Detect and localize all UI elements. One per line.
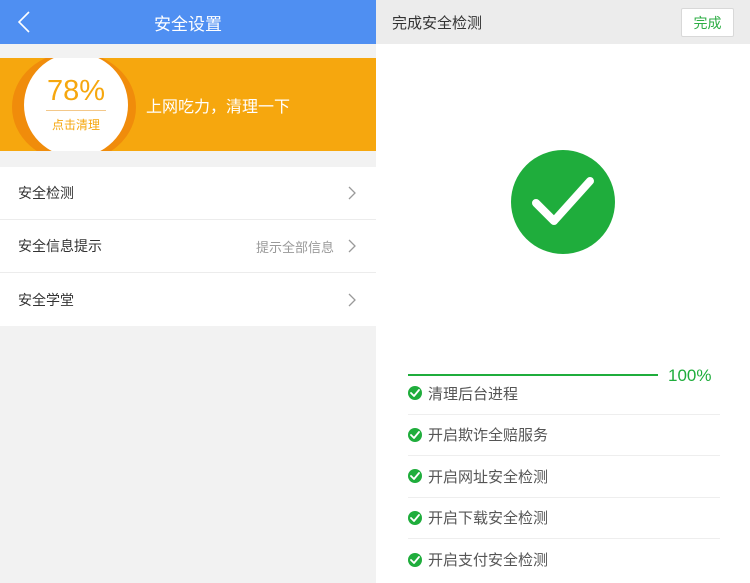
menu-item-hint: 提示全部信息 bbox=[255, 240, 334, 256]
complete-header: 完成安全检测 完成 bbox=[376, 0, 750, 44]
chevron-right-icon bbox=[348, 185, 358, 201]
done-button[interactable]: 完成 bbox=[681, 8, 734, 37]
success-check-icon bbox=[511, 150, 615, 254]
list-item: 开启支付安全检测 bbox=[408, 539, 720, 581]
task-label: 开启支付安全检测 bbox=[428, 551, 549, 570]
menu-item-label: 安全检测 bbox=[18, 186, 74, 202]
list-item: 开启欺诈全赔服务 bbox=[408, 415, 720, 456]
circle-divider bbox=[46, 110, 106, 111]
menu-item-label: 安全学堂 bbox=[18, 292, 74, 309]
app-screen: 安全设置 78% 点击清理 上网吃力，清理一下 安全检测 安全信息提示 提示全部… bbox=[0, 0, 750, 583]
banner-message: 上网吃力，清理一下 bbox=[146, 97, 291, 116]
task-list: 清理后台进程 开启欺诈全赔服务 开启网址安全检测 开启下载安全检测 开启支付安全… bbox=[408, 373, 720, 581]
back-button[interactable] bbox=[10, 8, 38, 36]
menu-item-security-check[interactable]: 安全检测 bbox=[0, 167, 376, 220]
menu-item-label: 安全信息提示 bbox=[18, 239, 102, 255]
chevron-left-icon bbox=[18, 11, 30, 33]
list-item: 清理后台进程 bbox=[408, 373, 720, 415]
task-label: 开启下载安全检测 bbox=[428, 509, 549, 528]
list-item: 开启网址安全检测 bbox=[408, 456, 720, 498]
task-label: 开启网址安全检测 bbox=[428, 467, 549, 486]
clean-circle-button[interactable]: 78% 点击清理 bbox=[24, 58, 128, 151]
list-item: 开启下载安全检测 bbox=[408, 498, 720, 539]
cleanup-banner: 78% 点击清理 上网吃力，清理一下 bbox=[0, 58, 376, 151]
page-title: 安全设置 bbox=[154, 14, 222, 35]
complete-title: 完成安全检测 bbox=[392, 13, 483, 32]
check-complete-panel: 完成安全检测 完成 100% 清理后台进程 开启欺诈全赔服务 开启网址安全检测 … bbox=[376, 0, 750, 583]
check-circle-icon bbox=[408, 386, 422, 401]
chevron-right-icon bbox=[348, 292, 358, 308]
check-circle-icon bbox=[408, 552, 422, 567]
check-circle-icon bbox=[408, 427, 422, 442]
settings-header: 安全设置 bbox=[0, 0, 376, 44]
chevron-right-icon bbox=[348, 238, 358, 254]
check-circle-icon bbox=[408, 469, 422, 484]
settings-menu: 安全检测 安全信息提示 提示全部信息 安全学堂 bbox=[0, 167, 376, 326]
usage-percent: 78% bbox=[46, 75, 106, 107]
check-circle-icon bbox=[408, 510, 422, 525]
menu-item-security-info[interactable]: 安全信息提示 提示全部信息 bbox=[0, 220, 376, 273]
security-settings-panel: 安全设置 78% 点击清理 上网吃力，清理一下 安全检测 安全信息提示 提示全部… bbox=[0, 0, 376, 583]
task-label: 清理后台进程 bbox=[428, 384, 519, 403]
task-label: 开启欺诈全赔服务 bbox=[428, 426, 549, 445]
menu-item-security-school[interactable]: 安全学堂 bbox=[0, 273, 376, 326]
clean-label: 点击清理 bbox=[51, 118, 100, 132]
